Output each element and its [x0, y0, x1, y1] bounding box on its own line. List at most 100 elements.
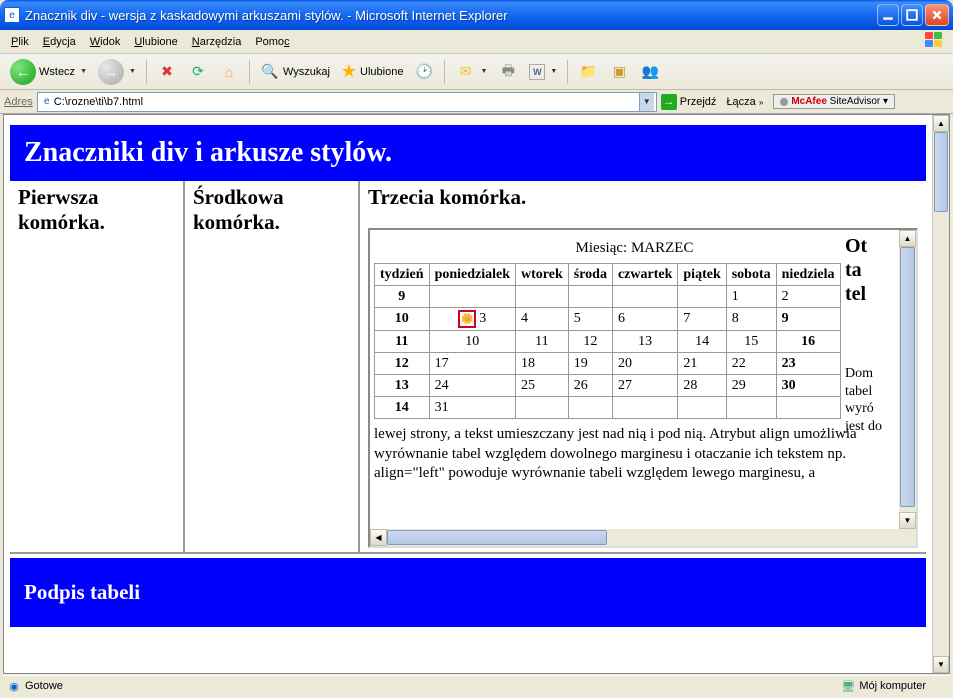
- calendar-table: tydzieńponiedzialekwtorekśrodaczwartekpi…: [374, 263, 841, 419]
- page-banner: Znaczniki div i arkusze stylów.: [10, 125, 926, 181]
- columns: Pierwsza komórka. Środkowa komórka. Trze…: [10, 181, 926, 554]
- address-input[interactable]: [54, 96, 639, 108]
- menubar: Plik Edycja Widok Ulubione Narzędzia Pom…: [0, 30, 953, 54]
- back-icon: ←: [10, 59, 36, 85]
- scroll-thumb[interactable]: [387, 530, 607, 545]
- scroll-corner: [899, 529, 916, 546]
- column-3-heading: Trzecia komórka.: [368, 185, 918, 210]
- cal-cell: 1: [726, 286, 776, 308]
- refresh-button[interactable]: ⟳: [184, 58, 212, 86]
- scroll-thumb[interactable]: [934, 132, 948, 212]
- close-button[interactable]: [925, 4, 949, 26]
- column-1: Pierwsza komórka.: [10, 181, 185, 552]
- separator: [249, 60, 250, 84]
- scroll-track[interactable]: [387, 529, 899, 546]
- scroll-up-button[interactable]: ▲: [933, 115, 949, 132]
- column-2: Środkowa komórka.: [185, 181, 360, 552]
- titlebar: e Znacznik div - wersja z kaskadowymi ar…: [0, 0, 953, 30]
- cal-cell: 21: [678, 353, 726, 375]
- mcafee-siteadvisor[interactable]: McAfee SiteAdvisor ▾: [773, 94, 895, 109]
- cal-cell: [678, 286, 726, 308]
- go-button[interactable]: → Przejdź: [661, 94, 717, 110]
- ie-page-icon: e: [4, 7, 20, 23]
- status-text: Gotowe: [25, 680, 63, 692]
- folder-icon: 📁: [578, 62, 598, 82]
- cal-row: 1324252627282930: [375, 375, 841, 397]
- scroll-down-button[interactable]: ▼: [933, 656, 949, 673]
- search-icon: 🔍: [260, 62, 280, 82]
- page-icon: e: [40, 95, 54, 109]
- scroll-left-button[interactable]: ◀: [370, 529, 387, 546]
- cal-cell: [568, 397, 612, 419]
- menu-plik[interactable]: Plik: [4, 34, 36, 50]
- cal-cell: 18: [516, 353, 569, 375]
- cal-cell: [612, 397, 677, 419]
- cal-header: piątek: [678, 264, 726, 286]
- fullscreen-button[interactable]: ▣: [605, 58, 633, 86]
- cal-row: 1431: [375, 397, 841, 419]
- minimize-button[interactable]: [877, 4, 899, 26]
- cal-cell: 4: [516, 308, 569, 331]
- clipped-heading: Ot ta tel: [845, 234, 899, 306]
- status-bar: ◉ Gotowe 🖥 Mój komputer: [3, 675, 950, 696]
- cal-cell: 30: [776, 375, 840, 397]
- content-viewport: Znaczniki div i arkusze stylów. Pierwsza…: [3, 114, 950, 674]
- refresh-icon: ⟳: [188, 62, 208, 82]
- links-label[interactable]: Łącza »: [726, 96, 763, 108]
- menu-pomoc[interactable]: Pomoc: [248, 34, 296, 50]
- separator: [146, 60, 147, 84]
- address-field[interactable]: e ▼: [37, 92, 657, 112]
- inner-horizontal-scrollbar[interactable]: ◀ ▶: [370, 529, 916, 546]
- column-1-heading: Pierwsza komórka.: [18, 185, 175, 235]
- scroll-thumb[interactable]: [900, 247, 915, 507]
- cal-cell: 27: [612, 375, 677, 397]
- print-icon: 🖶: [498, 62, 518, 82]
- cal-cell: 8: [726, 308, 776, 331]
- cal-cell: [678, 397, 726, 419]
- search-button[interactable]: 🔍 Wyszukaj: [256, 58, 334, 86]
- back-button[interactable]: ← Wstecz ▼: [6, 58, 91, 86]
- favorites-button[interactable]: ★ Ulubione: [337, 58, 408, 86]
- cal-cell: 6: [612, 308, 677, 331]
- cal-row: 10🌼3456789: [375, 308, 841, 331]
- scroll-up-button[interactable]: ▲: [899, 230, 916, 247]
- cal-cell: 🌼3: [429, 308, 515, 331]
- mail-icon: ✉: [455, 62, 475, 82]
- print-button[interactable]: 🖶: [494, 58, 522, 86]
- cal-cell: 25: [516, 375, 569, 397]
- cal-cell: 10: [429, 331, 515, 353]
- history-button[interactable]: 🕑: [410, 58, 438, 86]
- cal-cell: [568, 286, 612, 308]
- cal-cell: 23: [776, 353, 840, 375]
- inner-vertical-scrollbar[interactable]: ▲ ▼: [899, 230, 916, 529]
- forward-button[interactable]: → ▼: [94, 58, 140, 86]
- menu-ulubione[interactable]: Ulubione: [127, 34, 184, 50]
- zone-icon: 🖥: [841, 679, 855, 693]
- main-vertical-scrollbar[interactable]: ▲ ▼: [932, 115, 949, 673]
- messenger-button[interactable]: 👥: [636, 58, 664, 86]
- forward-icon: →: [98, 59, 124, 85]
- stop-icon: ✖: [157, 62, 177, 82]
- address-dropdown[interactable]: ▼: [639, 93, 654, 111]
- toolbar: ← Wstecz ▼ → ▼ ✖ ⟳ ⌂ 🔍 Wyszukaj ★ Ulubio…: [0, 54, 953, 90]
- menu-edycja[interactable]: Edycja: [36, 34, 83, 50]
- cal-cell: 9: [776, 308, 840, 331]
- cal-cell: [612, 286, 677, 308]
- edit-button[interactable]: W▼: [525, 58, 561, 86]
- dropdown-arrow-icon: ▼: [129, 68, 136, 75]
- address-label: Adres: [4, 96, 33, 108]
- dropdown-arrow-icon: ▼: [80, 68, 87, 75]
- column-2-heading: Środkowa komórka.: [193, 185, 350, 235]
- menu-narzedzia[interactable]: Narzędzia: [185, 34, 249, 50]
- search-label: Wyszukaj: [283, 66, 330, 78]
- stop-button[interactable]: ✖: [153, 58, 181, 86]
- cal-cell: [429, 286, 515, 308]
- cal-cell: 31: [429, 397, 515, 419]
- scroll-down-button[interactable]: ▼: [899, 512, 916, 529]
- maximize-button[interactable]: [901, 4, 923, 26]
- mail-button[interactable]: ✉▼: [451, 58, 491, 86]
- folder-button[interactable]: 📁: [574, 58, 602, 86]
- menu-widok[interactable]: Widok: [83, 34, 128, 50]
- home-button[interactable]: ⌂: [215, 58, 243, 86]
- cal-cell: 13: [612, 331, 677, 353]
